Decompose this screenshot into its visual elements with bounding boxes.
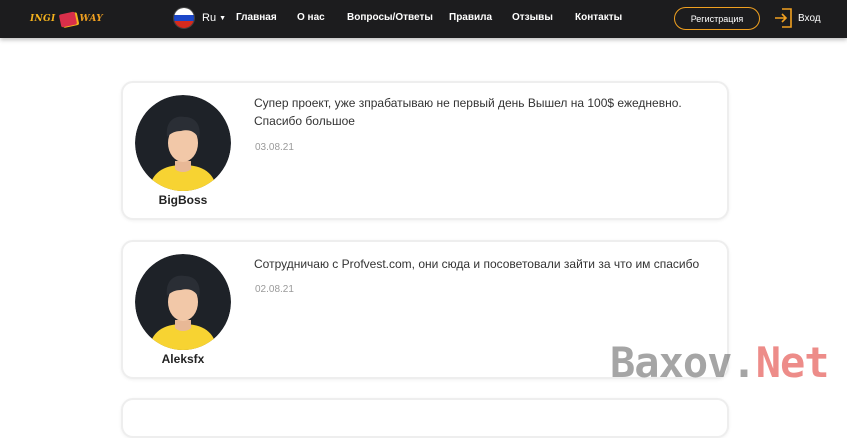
watermark-part2: Net [755, 338, 830, 387]
watermark-part1: Baxov. [610, 338, 757, 387]
review-date: 03.08.21 [255, 142, 294, 153]
nav-link-home[interactable]: Главная [236, 12, 277, 23]
logo-mark-icon [58, 10, 77, 28]
review-card [121, 398, 729, 438]
review-card: BigBoss Супер проект, уже зпрабатываю не… [121, 81, 729, 220]
review-text: Сотрудничаю с Profvest.com, они сюда и п… [254, 257, 700, 271]
logo-text-left: INGI [30, 14, 56, 24]
logo-text-right: WAY [79, 14, 103, 24]
login-icon [775, 8, 792, 28]
nav-link-faq[interactable]: Вопросы/Ответы [347, 12, 433, 23]
user-avatar [135, 95, 231, 191]
nav-link-about[interactable]: О нас [297, 12, 325, 23]
nav-link-contacts[interactable]: Контакты [575, 12, 622, 23]
reviewer-name: BigBoss [158, 193, 208, 207]
login-label: Вход [798, 12, 821, 24]
user-avatar [135, 254, 231, 350]
russia-flag-icon [173, 7, 195, 29]
user-avatar-icon [135, 254, 231, 350]
user-avatar-icon [135, 95, 231, 191]
nav-link-rules[interactable]: Правила [449, 12, 492, 23]
review-date: 02.08.21 [255, 284, 294, 295]
language-selector[interactable]: Ru ▼ [173, 7, 226, 29]
reviewer-name: Aleksfx [161, 352, 205, 366]
chevron-down-icon: ▼ [219, 14, 226, 22]
register-button[interactable]: Регистрация [674, 7, 760, 30]
login-link[interactable]: Вход [774, 8, 821, 28]
watermark: Baxov.Net [610, 338, 830, 387]
top-navigation-bar: INGI WAY Ru ▼ Главная О нас Вопросы/Отве… [0, 0, 847, 38]
review-text: Супер проект, уже зпрабатываю не первый … [254, 96, 682, 128]
language-code: Ru [202, 12, 217, 24]
nav-link-reviews[interactable]: Отзывы [512, 12, 553, 23]
site-logo[interactable]: INGI WAY [30, 9, 103, 29]
